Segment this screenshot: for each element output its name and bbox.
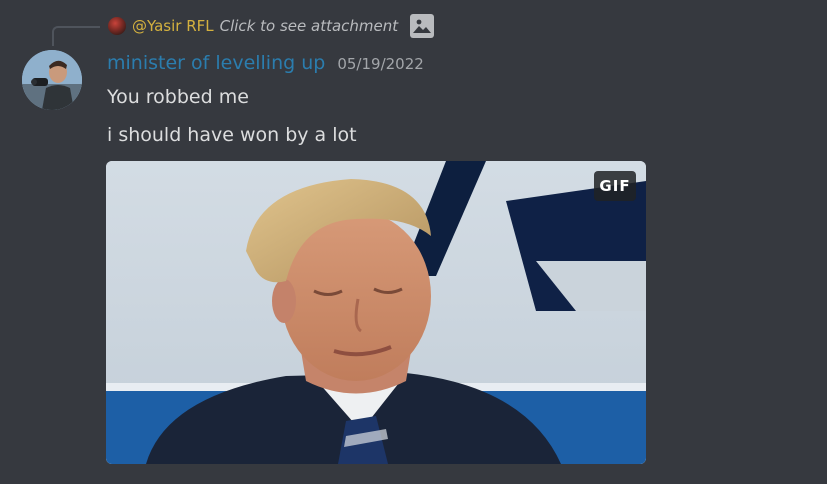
image-icon (410, 14, 435, 38)
author-username[interactable]: minister of levelling up (107, 52, 325, 74)
reply-reference[interactable]: @Yasir RFL Click to see attachment (108, 13, 435, 39)
reply-preview-text[interactable]: Click to see attachment (220, 17, 399, 35)
gif-embed[interactable]: GIF (106, 161, 646, 464)
author-avatar[interactable] (22, 50, 82, 110)
reply-spine (52, 26, 100, 46)
message-timestamp[interactable]: 05/19/2022 (337, 55, 423, 73)
chat-message: @Yasir RFL Click to see attachment minis… (0, 0, 827, 484)
message-line: You robbed me (107, 86, 249, 108)
message-header: minister of levelling up 05/19/2022 (107, 52, 424, 74)
message-line: i should have won by a lot (107, 124, 357, 146)
gif-badge: GIF (594, 171, 636, 201)
reply-username[interactable]: @Yasir RFL (132, 17, 214, 35)
reply-avatar[interactable] (108, 17, 126, 35)
